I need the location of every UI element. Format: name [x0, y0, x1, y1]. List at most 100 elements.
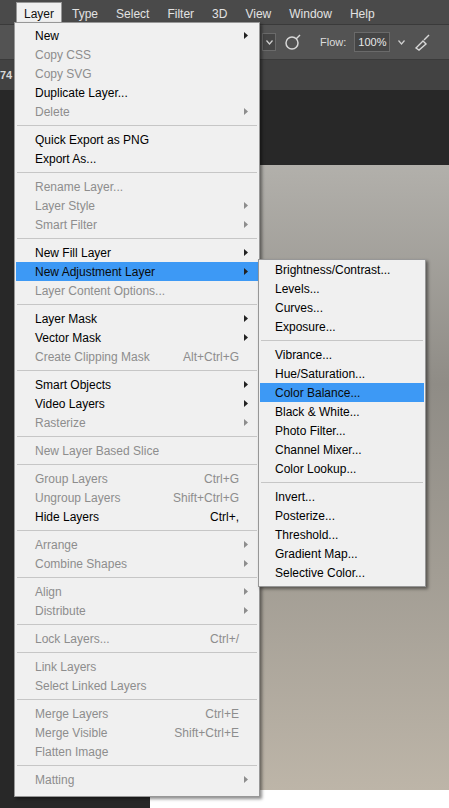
menu-item-label: New [35, 29, 239, 43]
menu-separator [16, 300, 258, 309]
submenu-item[interactable]: Channel Mixer... [260, 440, 424, 459]
submenu-item[interactable]: Vibrance... [260, 345, 424, 364]
menu-item[interactable]: Video Layers [16, 394, 258, 413]
menu-item[interactable]: Hide LayersCtrl+, [16, 507, 258, 526]
menu-item-label: Video Layers [35, 397, 239, 411]
menu-shortcut: Ctrl+, [210, 510, 239, 524]
arrow-slot [239, 249, 253, 256]
submenu-item[interactable]: Brightness/Contrast... [260, 260, 424, 279]
menu-item-label: Delete [35, 105, 239, 119]
menu-item: Layer Style [16, 196, 258, 215]
menu-bar-item[interactable]: View [237, 2, 279, 24]
menu-item: Rasterize [16, 413, 258, 432]
submenu-item[interactable]: Color Balance... [260, 383, 424, 402]
flow-field[interactable]: 100% [354, 32, 390, 52]
menu-item-label: Layer Mask [35, 312, 239, 326]
submenu-arrow-icon [244, 334, 248, 341]
submenu-arrow-icon [244, 221, 248, 228]
menu-shortcut: Ctrl+/ [210, 632, 239, 646]
submenu-item[interactable]: Exposure... [260, 317, 424, 336]
menu-shortcut: Ctrl+E [205, 707, 239, 721]
menu-item-label: Channel Mixer... [275, 443, 405, 457]
submenu-item[interactable]: Selective Color... [260, 563, 424, 582]
menu-bar-item[interactable]: Help [342, 2, 383, 24]
menu-bar-item[interactable]: 3D [204, 2, 235, 24]
submenu-item[interactable]: Gradient Map... [260, 544, 424, 563]
submenu-item[interactable]: Hue/Saturation... [260, 364, 424, 383]
menu-item-label: Selective Color... [275, 566, 405, 580]
menu-item-label: Select Linked Layers [35, 679, 239, 693]
menu-item-label: Matting [35, 773, 239, 787]
mode-dropdown[interactable] [262, 33, 276, 51]
menu-item-label: Copy CSS [35, 48, 239, 62]
menu-item[interactable]: Layer Mask [16, 309, 258, 328]
airbrush-icon[interactable] [284, 33, 302, 51]
menu-item[interactable]: New [16, 26, 258, 45]
menu-bar-item[interactable]: Type [64, 2, 106, 24]
menu-item-label: Hue/Saturation... [275, 367, 405, 381]
menu-separator [260, 478, 424, 487]
submenu-item[interactable]: Color Lookup... [260, 459, 424, 478]
menu-item-label: Photo Filter... [275, 424, 405, 438]
menu-item-label: Invert... [275, 490, 405, 504]
menu-separator [16, 168, 258, 177]
menu-item: Create Clipping MaskAlt+Ctrl+G [16, 347, 258, 366]
menu-separator [16, 695, 258, 704]
submenu-item[interactable]: Posterize... [260, 506, 424, 525]
menu-bar-item[interactable]: Layer [16, 2, 62, 24]
menu-item-label: Levels... [275, 282, 405, 296]
submenu-arrow-icon [244, 588, 248, 595]
menu-item-label: Vector Mask [35, 331, 239, 345]
menu-item[interactable]: Vector Mask [16, 328, 258, 347]
menu-item: Rename Layer... [16, 177, 258, 196]
menu-shortcut: Ctrl+G [204, 472, 239, 486]
adjustment-submenu: Brightness/Contrast... Levels... Curves...… [258, 259, 426, 587]
arrow-slot [239, 108, 253, 115]
menu-item-label: Export As... [35, 152, 239, 166]
submenu-item[interactable]: Invert... [260, 487, 424, 506]
menu-item: New Layer Based Slice [16, 441, 258, 460]
menu-separator [16, 234, 258, 243]
menu-item-label: Smart Filter [35, 218, 239, 232]
menu-item-label: Group Layers [35, 472, 192, 486]
menu-item-label: Ungroup Layers [35, 491, 161, 505]
menu-item[interactable]: New Fill Layer [16, 243, 258, 262]
menu-item: Layer Content Options... [16, 281, 258, 300]
submenu-arrow-icon [244, 419, 248, 426]
pressure-icon[interactable] [413, 33, 431, 51]
menu-separator [16, 432, 258, 441]
submenu-item[interactable]: Threshold... [260, 525, 424, 544]
menu-bar-item[interactable]: Window [281, 2, 340, 24]
menu-item[interactable]: Export As... [16, 149, 258, 168]
menu-item: Flatten Image [16, 742, 258, 761]
menu-separator [16, 648, 258, 657]
menu-item-label: Link Layers [35, 660, 239, 674]
submenu-arrow-icon [244, 32, 248, 39]
menu-item-label: Combine Shapes [35, 557, 239, 571]
menu-item: Combine Shapes [16, 554, 258, 573]
menu-item[interactable]: Duplicate Layer... [16, 83, 258, 102]
chevron-down-icon [266, 40, 273, 45]
submenu-item[interactable]: Curves... [260, 298, 424, 317]
submenu-arrow-icon [244, 607, 248, 614]
menu-item[interactable]: Quick Export as PNG [16, 130, 258, 149]
menu-separator [260, 336, 424, 345]
menu-item-label: Posterize... [275, 509, 405, 523]
submenu-arrow-icon [244, 108, 248, 115]
chevron-down-icon [398, 40, 405, 45]
submenu-item[interactable]: Black & White... [260, 402, 424, 421]
menu-item-label: Layer Content Options... [35, 284, 239, 298]
menu-item[interactable]: New Adjustment Layer [16, 262, 258, 281]
menu-item-label: Gradient Map... [275, 547, 405, 561]
submenu-item[interactable]: Levels... [260, 279, 424, 298]
menu-bar-item[interactable]: Filter [159, 2, 202, 24]
arrow-slot [239, 419, 253, 426]
submenu-item[interactable]: Photo Filter... [260, 421, 424, 440]
menu-bar-item[interactable]: Select [108, 2, 157, 24]
arrow-slot [239, 560, 253, 567]
submenu-arrow-icon [244, 541, 248, 548]
menu-item-label: Color Lookup... [275, 462, 405, 476]
menu-item-label: Distribute [35, 604, 239, 618]
menu-item[interactable]: Smart Objects [16, 375, 258, 394]
menu-separator [16, 620, 258, 629]
